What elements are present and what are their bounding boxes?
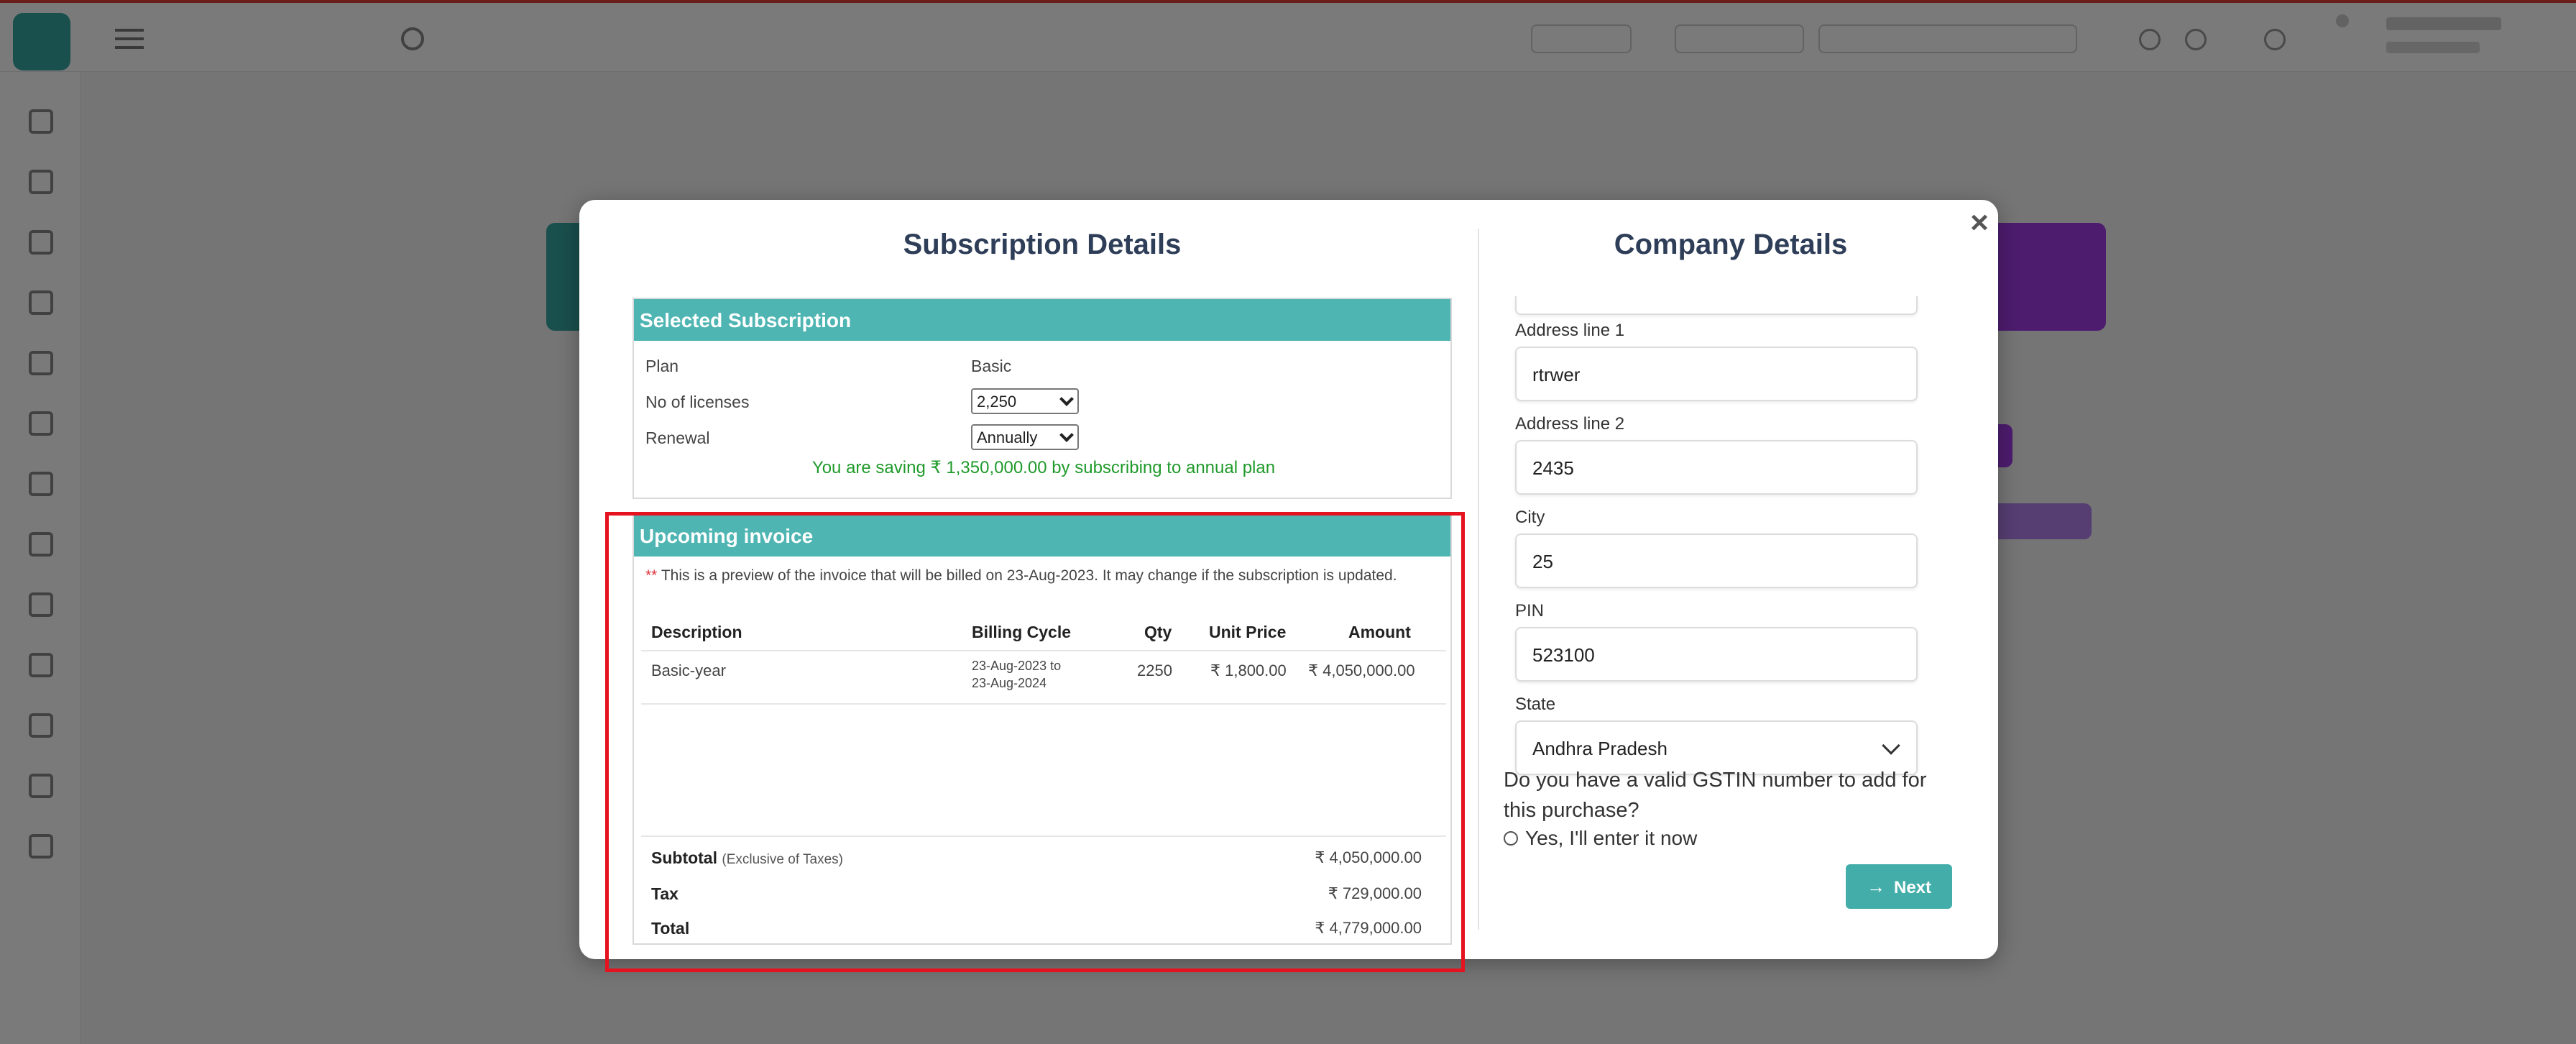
next-button[interactable]: → Next [1846, 864, 1952, 909]
renewal-row: Renewal Annually [645, 424, 1436, 453]
company-panel: Company Details Address line 1 rtrwer Ad… [1494, 229, 1968, 948]
address1-label: Address line 1 [1515, 321, 1625, 340]
pin-label: PIN [1515, 601, 1545, 621]
city-label: City [1515, 508, 1545, 527]
address1-input[interactable]: rtrwer [1515, 347, 1918, 401]
renewal-select[interactable]: Annually [971, 424, 1079, 450]
state-select-value: Andhra Pradesh [1532, 738, 1668, 759]
plan-row: Plan Basic [645, 352, 1436, 381]
gstin-option[interactable]: Yes, I'll enter it now [1504, 827, 1697, 850]
subscription-panel: Subscription Details Selected Subscripti… [605, 229, 1465, 972]
licenses-label: No of licenses [645, 393, 750, 411]
chevron-down-icon [1882, 736, 1900, 755]
address2-label: Address line 2 [1515, 414, 1625, 434]
next-button-label: Next [1893, 878, 1932, 897]
address2-input[interactable]: 2435 [1515, 440, 1918, 495]
chevron-down-icon [1059, 392, 1074, 406]
renewal-select-value: Annually [977, 429, 1038, 447]
licenses-select[interactable]: 2,250 [971, 388, 1079, 414]
company-title: Company Details [1614, 229, 1848, 260]
licenses-select-value: 2,250 [977, 393, 1017, 411]
chevron-down-icon [1059, 428, 1074, 442]
plan-label: Plan [645, 357, 679, 375]
arrow-right-icon: → [1866, 876, 1885, 897]
selected-subscription-header: Selected Subscription [634, 299, 1450, 341]
gstin-radio[interactable] [1504, 830, 1518, 846]
subscription-title: Subscription Details [903, 229, 1182, 260]
renewal-label: Renewal [645, 429, 710, 447]
gstin-option-label: Yes, I'll enter it now [1525, 827, 1698, 849]
previous-field-bottom[interactable] [1515, 296, 1918, 315]
city-input[interactable]: 25 [1515, 534, 1918, 588]
licenses-row: No of licenses 2,250 [645, 388, 1436, 417]
panel-divider [1478, 229, 1479, 930]
selected-subscription-box: Selected Subscription Plan Basic No of l… [632, 298, 1452, 499]
pin-input[interactable]: 523100 [1515, 627, 1918, 682]
gstin-question: Do you have a valid GSTIN number to add … [1504, 769, 1927, 822]
saving-message: You are saving ₹ 1,350,000.00 by subscri… [811, 458, 1276, 477]
subscription-modal: × Subscription Details Selected Subscrip… [579, 200, 1998, 972]
state-label: State [1515, 695, 1556, 714]
plan-value: Basic [971, 357, 1012, 375]
close-icon[interactable]: × [1965, 201, 1994, 244]
highlight-box [605, 512, 1465, 972]
